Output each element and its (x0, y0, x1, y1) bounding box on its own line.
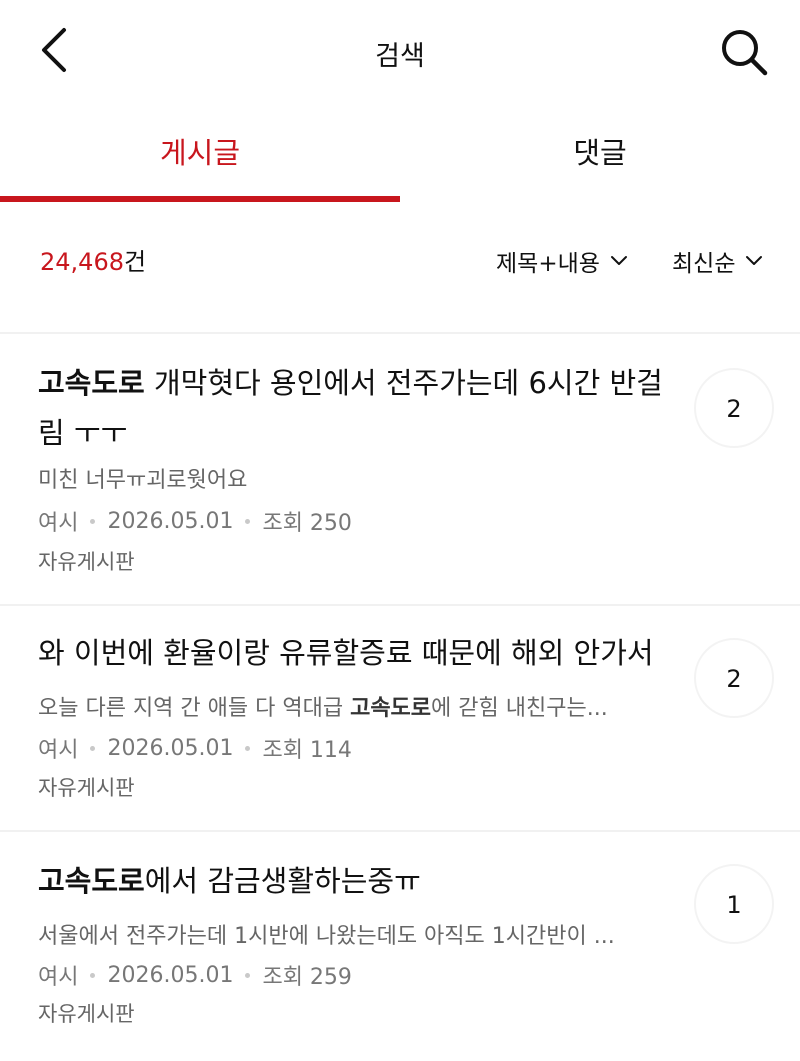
result-summary: 24,468건 제목+내용 최신순 (0, 230, 800, 290)
comment-count-badge[interactable]: 2 (694, 368, 774, 448)
comment-count-badge[interactable]: 1 (694, 864, 774, 944)
post-snippet-text-after: 에 갇힘 내친구는... (431, 696, 608, 721)
chevron-down-icon (610, 256, 627, 265)
post-snippet-highlight: 고속도로 (350, 696, 432, 721)
post-author: 여시 (38, 965, 79, 990)
post-author: 여시 (38, 738, 79, 763)
post-title: 고속도로에서 감금생활하는중ㅠ (38, 856, 678, 906)
post-snippet: 미친 너무ㅠ괴로웟어요 (38, 462, 658, 494)
post-snippet: 서울에서 전주가는데 1시반에 나왔는데도 아직도 1시간반이 ... (38, 918, 658, 950)
separator-dot (90, 518, 96, 524)
post-snippet-text: 오늘 다른 지역 간 애들 다 역대급 (38, 696, 351, 721)
sort-label: 최신순 (672, 251, 736, 277)
post-title-text: 와 이번에 환율이랑 유류할증료 때문에 해외 안가서 (38, 636, 654, 670)
result-count-unit: 건 (123, 248, 147, 276)
post-title: 와 이번에 환율이랑 유류할증료 때문에 해외 안가서 (38, 628, 678, 678)
tab-bar: 게시글 댓글 (0, 110, 800, 202)
tab-posts[interactable]: 게시글 (0, 110, 400, 202)
post-snippet-text: 미친 너무ㅠ괴로웟어요 (38, 468, 248, 493)
post-date: 2026.05.01 (107, 508, 234, 534)
post-board: 자유게시판 (38, 550, 135, 574)
post-date: 2026.05.01 (107, 735, 234, 761)
page-title: 검색 (375, 41, 425, 72)
search-field-label: 제목+내용 (496, 251, 600, 277)
search-icon (722, 30, 768, 76)
active-tab-indicator (0, 196, 400, 202)
post-meta: 여시 2026.05.01 조회 259 (38, 959, 352, 991)
post-title-highlight: 고속도로 (38, 864, 145, 898)
post-views: 조회 259 (262, 965, 352, 990)
separator-dot (90, 745, 96, 751)
post-author: 여시 (38, 511, 79, 536)
separator-dot (245, 972, 251, 978)
result-count-number: 24,468 (40, 248, 124, 276)
sort-dropdown[interactable]: 최신순 (672, 244, 763, 278)
separator-dot (245, 518, 251, 524)
post-meta: 여시 2026.05.01 조회 250 (38, 505, 352, 537)
separator-dot (245, 745, 251, 751)
post-title-text: 에서 감금생활하는중ㅠ (144, 864, 421, 898)
post-item[interactable]: 고속도로 개막혓다 용인에서 전주가는데 6시간 반걸림 ㅜㅜ 미친 너무ㅠ괴로… (0, 334, 800, 604)
search-field-dropdown[interactable]: 제목+내용 (496, 244, 628, 278)
post-meta: 여시 2026.05.01 조회 114 (38, 732, 352, 764)
post-snippet: 오늘 다른 지역 간 애들 다 역대급 고속도로에 갇힘 내친구는... (38, 690, 658, 722)
top-bar: 검색 (0, 0, 800, 100)
post-date: 2026.05.01 (107, 962, 234, 988)
search-button[interactable] (712, 20, 772, 80)
post-item[interactable]: 고속도로에서 감금생활하는중ㅠ 서울에서 전주가는데 1시반에 나왔는데도 아직… (0, 832, 800, 1058)
post-board: 자유게시판 (38, 1002, 135, 1026)
result-count: 24,468건 (40, 242, 146, 277)
post-item[interactable]: 와 이번에 환율이랑 유류할증료 때문에 해외 안가서 오늘 다른 지역 간 애… (0, 606, 800, 830)
comment-count-badge[interactable]: 2 (694, 638, 774, 718)
tab-comments[interactable]: 댓글 (400, 110, 800, 202)
post-snippet-text: 서울에서 전주가는데 1시반에 나왔는데도 아직도 1시간반이 ... (38, 924, 615, 949)
post-title-highlight: 고속도로 (38, 366, 145, 400)
post-board: 자유게시판 (38, 776, 135, 800)
post-views: 조회 114 (262, 738, 352, 763)
post-views: 조회 250 (262, 511, 352, 536)
chevron-down-icon (746, 256, 763, 265)
separator-dot (90, 972, 96, 978)
post-title: 고속도로 개막혓다 용인에서 전주가는데 6시간 반걸림 ㅜㅜ (38, 358, 678, 458)
